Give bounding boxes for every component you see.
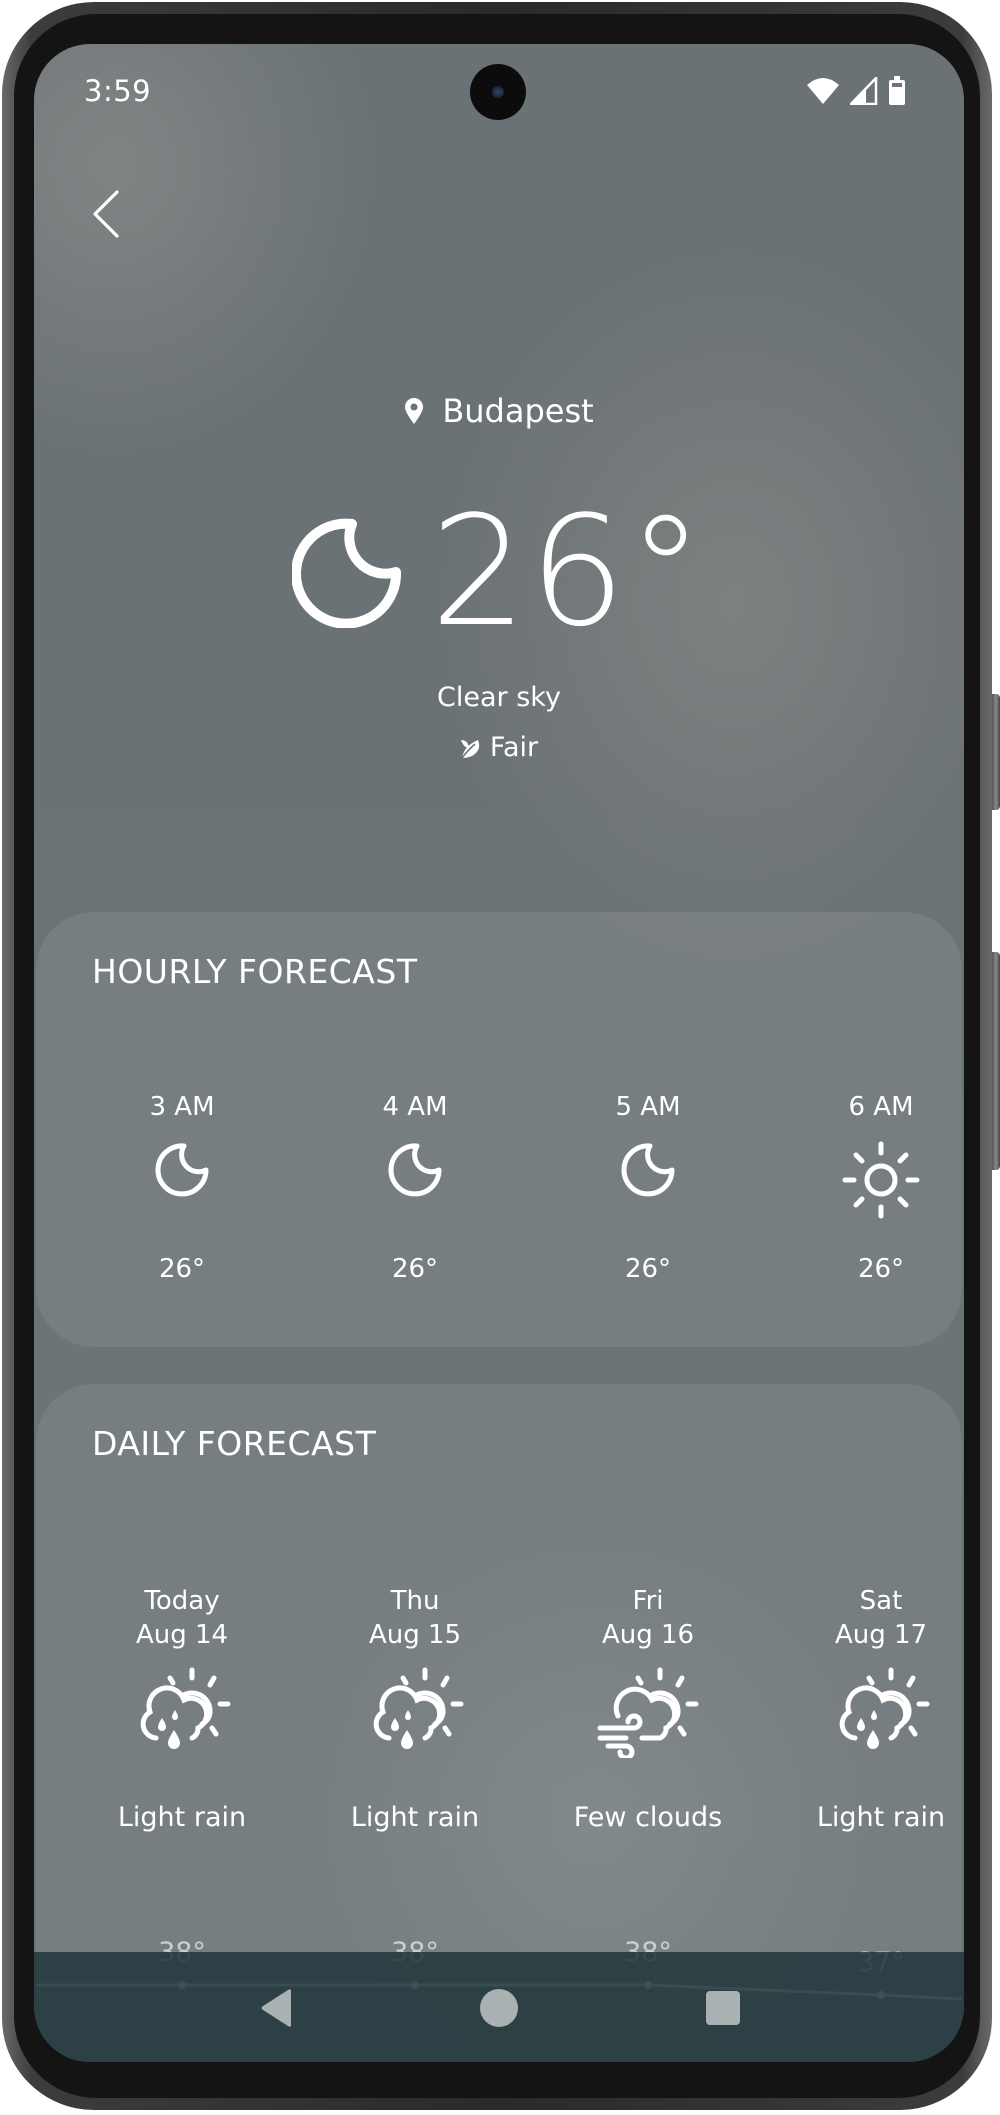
moon-icon: [292, 518, 402, 628]
hour-time: 5 AM: [615, 1092, 681, 1122]
battery-icon: [889, 76, 905, 105]
hour-time: 4 AM: [382, 1092, 448, 1122]
screen: 3:59 Budapest 26° Clear sky Fair HOURLY …: [34, 44, 964, 2062]
hourly-item[interactable]: 3 AM 26°: [82, 912, 282, 1347]
sun-icon: [842, 1141, 920, 1219]
status-time: 3:59: [84, 74, 152, 108]
front-camera: [470, 64, 526, 120]
chevron-left-icon: [93, 190, 119, 238]
hour-time: 3 AM: [149, 1092, 215, 1122]
volume-button: [992, 952, 1000, 1170]
nav-home-button[interactable]: [469, 1982, 529, 2034]
hourly-item[interactable]: 5 AM 26°: [548, 912, 748, 1347]
hour-temp: 26°: [158, 1254, 206, 1284]
moon-icon: [155, 1143, 209, 1197]
power-button: [992, 694, 1000, 810]
hourly-item[interactable]: 6 AM 26°: [781, 912, 964, 1347]
hour-temp: 26°: [857, 1254, 905, 1284]
moon-icon: [621, 1143, 675, 1197]
nav-recents-icon: [706, 1991, 740, 2025]
hour-temp: 26°: [624, 1254, 672, 1284]
status-icons: [806, 76, 906, 106]
moon-icon: [388, 1143, 442, 1197]
hour-temp: 26°: [391, 1254, 439, 1284]
leaf-icon: [460, 739, 480, 758]
cellular-signal-icon: [850, 77, 878, 105]
hourly-item[interactable]: 4 AM 26°: [315, 912, 515, 1347]
location-name: Budapest: [442, 392, 594, 430]
location-pin-icon: [405, 398, 424, 424]
back-button[interactable]: [76, 174, 136, 254]
current-temperature: 26°: [430, 483, 706, 660]
location: Budapest: [34, 392, 964, 430]
phone-frame: 3:59 Budapest 26° Clear sky Fair HOURLY …: [2, 2, 1000, 2110]
air-quality: Fair: [34, 732, 964, 763]
navigation-bar: [34, 1952, 964, 2062]
nav-back-icon: [261, 1989, 291, 2027]
nav-home-icon: [480, 1989, 518, 2027]
hour-time: 6 AM: [848, 1092, 914, 1122]
current-weather: 26°: [34, 496, 964, 648]
current-condition: Clear sky: [437, 682, 561, 713]
nav-recents-button[interactable]: [693, 1982, 753, 2034]
nav-back-button[interactable]: [247, 1982, 307, 2034]
hourly-forecast-card: HOURLY FORECAST 3 AM 26° 4 AM 26° 5 AM 2…: [36, 912, 962, 1347]
wifi-icon: [807, 78, 839, 104]
air-quality-label: Fair: [489, 732, 539, 763]
